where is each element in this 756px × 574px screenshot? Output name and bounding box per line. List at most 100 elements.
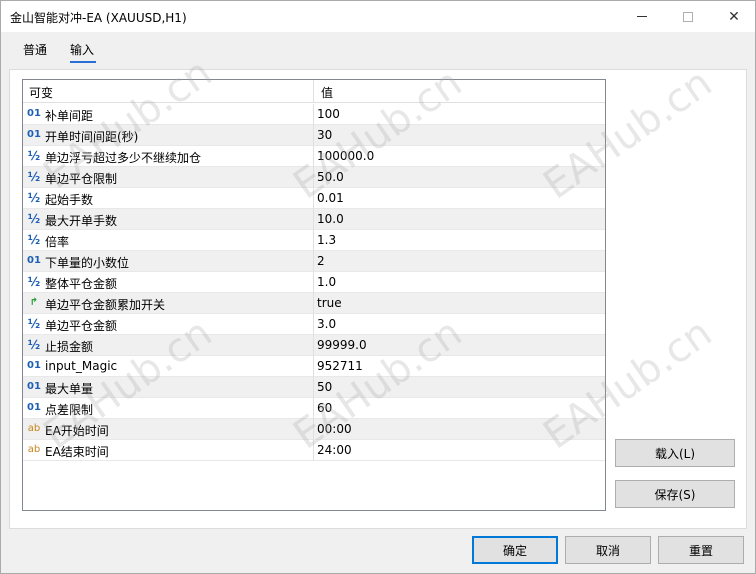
variable-value[interactable]: 2	[317, 254, 325, 268]
variable-name: 单边浮亏超过多少不继续加仓	[45, 151, 202, 165]
variable-name: 倍率	[45, 235, 70, 249]
table-row[interactable]: 01 补单间距 100	[23, 104, 605, 125]
column-divider[interactable]	[313, 80, 314, 103]
table-row[interactable]: ½ 止损金额 99999.0	[23, 335, 605, 356]
table-row[interactable]: ab EA开始时间 00:00	[23, 419, 605, 440]
table-row[interactable]: ½ 倍率 1.3	[23, 230, 605, 251]
tab-common[interactable]: 普通	[23, 41, 47, 65]
ok-button-label: 确定	[502, 543, 527, 558]
variable-name: EA开始时间	[45, 424, 109, 438]
column-divider	[313, 335, 314, 356]
column-divider	[313, 314, 314, 335]
column-divider	[313, 209, 314, 230]
inputs-grid[interactable]: 可变 值 01 补单间距 100 01 开单时间间距(秒) 30 ½ 单边浮亏超过多少不继续加…	[22, 79, 606, 511]
tab-inputs-label: 输入	[70, 43, 95, 57]
table-row[interactable]: ½ 单边浮亏超过多少不继续加仓 100000.0	[23, 146, 605, 167]
column-divider	[313, 251, 314, 272]
minimize-icon	[637, 16, 647, 17]
table-row[interactable]: 01 input_Magic 952711	[23, 356, 605, 377]
column-divider	[313, 230, 314, 251]
boolean-type-icon: ↱	[29, 297, 39, 308]
maximize-button[interactable]	[665, 1, 711, 32]
variable-value[interactable]: 30	[317, 128, 332, 142]
save-button[interactable]: 保存(S)	[615, 480, 735, 508]
variable-name: 最大单量	[45, 382, 94, 396]
column-divider	[313, 356, 314, 377]
load-button-label: 载入(L)	[654, 446, 696, 461]
maximize-icon	[683, 11, 693, 22]
variable-value[interactable]: true	[317, 296, 342, 310]
variable-value[interactable]: 100000.0	[317, 149, 374, 163]
variable-name: 起始手数	[45, 193, 94, 207]
string-type-icon: ab	[27, 444, 41, 455]
variable-value[interactable]: 99999.0	[317, 338, 367, 352]
table-row[interactable]: ↱ 单边平仓金额累加开关 true	[23, 293, 605, 314]
column-divider	[313, 125, 314, 146]
variable-name: 单边平仓金额累加开关	[45, 298, 166, 312]
variable-value[interactable]: 0.01	[317, 191, 344, 205]
table-row[interactable]: 01 最大单量 50	[23, 377, 605, 398]
table-row[interactable]: ab EA结束时间 24:00	[23, 440, 605, 461]
double-type-icon: ½	[27, 317, 41, 331]
variable-value[interactable]: 952711	[317, 359, 363, 373]
double-type-icon: ½	[27, 191, 41, 205]
variable-value[interactable]: 1.0	[317, 275, 336, 289]
double-type-icon: ½	[27, 149, 41, 163]
double-type-icon: ½	[27, 233, 41, 247]
column-header-value[interactable]: 值	[321, 84, 333, 101]
variable-value[interactable]: 24:00	[317, 443, 352, 457]
table-row[interactable]: ½ 整体平仓金额 1.0	[23, 272, 605, 293]
variable-value[interactable]: 1.3	[317, 233, 336, 247]
variable-name: EA结束时间	[45, 445, 109, 459]
reset-button[interactable]: 重置	[658, 536, 744, 564]
table-row[interactable]: 01 点差限制 60	[23, 398, 605, 419]
variable-name: input_Magic	[45, 359, 118, 373]
variable-name: 开单时间间距(秒)	[45, 130, 139, 144]
tab-common-label: 普通	[23, 43, 48, 57]
variable-value[interactable]: 10.0	[317, 212, 344, 226]
variable-value[interactable]: 50	[317, 380, 332, 394]
column-divider	[313, 146, 314, 167]
table-row[interactable]: ½ 单边平仓金额 3.0	[23, 314, 605, 335]
cancel-button-label: 取消	[595, 543, 620, 558]
variable-name: 单边平仓金额	[45, 319, 118, 333]
ok-button[interactable]: 确定	[472, 536, 558, 564]
table-row[interactable]: ½ 起始手数 0.01	[23, 188, 605, 209]
variable-name: 止损金额	[45, 340, 94, 354]
variable-name: 最大开单手数	[45, 214, 118, 228]
variable-value[interactable]: 50.0	[317, 170, 344, 184]
column-divider	[313, 440, 314, 461]
column-divider	[313, 188, 314, 209]
variable-value[interactable]: 3.0	[317, 317, 336, 331]
table-row[interactable]: ½ 单边平仓限制 50.0	[23, 167, 605, 188]
reset-button-label: 重置	[688, 543, 713, 558]
column-divider	[313, 419, 314, 440]
column-divider	[313, 293, 314, 314]
cancel-button[interactable]: 取消	[565, 536, 651, 564]
variable-name: 点差限制	[45, 403, 94, 417]
column-divider	[313, 398, 314, 419]
table-row[interactable]: 01 下单量的小数位 2	[23, 251, 605, 272]
double-type-icon: ½	[27, 338, 41, 352]
table-row[interactable]: ½ 最大开单手数 10.0	[23, 209, 605, 230]
column-divider	[313, 272, 314, 293]
table-row[interactable]: 01 开单时间间距(秒) 30	[23, 125, 605, 146]
double-type-icon: ½	[27, 170, 41, 184]
string-type-icon: ab	[27, 423, 41, 434]
grid-header: 可变 值	[23, 80, 605, 103]
variable-value[interactable]: 100	[317, 107, 340, 121]
double-type-icon: ½	[27, 275, 41, 289]
close-button[interactable]: ✕	[711, 1, 756, 32]
tab-inputs[interactable]: 输入	[70, 41, 96, 65]
grid-rows: 01 补单间距 100 01 开单时间间距(秒) 30 ½ 单边浮亏超过多少不继续加仓 1000…	[23, 104, 605, 461]
variable-value[interactable]: 60	[317, 401, 332, 415]
minimize-button[interactable]	[619, 1, 665, 32]
integer-type-icon: 01	[27, 255, 41, 266]
integer-type-icon: 01	[27, 381, 41, 392]
integer-type-icon: 01	[27, 129, 41, 140]
variable-value[interactable]: 00:00	[317, 422, 352, 436]
column-header-variable[interactable]: 可变	[29, 84, 53, 101]
integer-type-icon: 01	[27, 402, 41, 413]
variable-name: 单边平仓限制	[45, 172, 118, 186]
load-button[interactable]: 载入(L)	[615, 439, 735, 467]
